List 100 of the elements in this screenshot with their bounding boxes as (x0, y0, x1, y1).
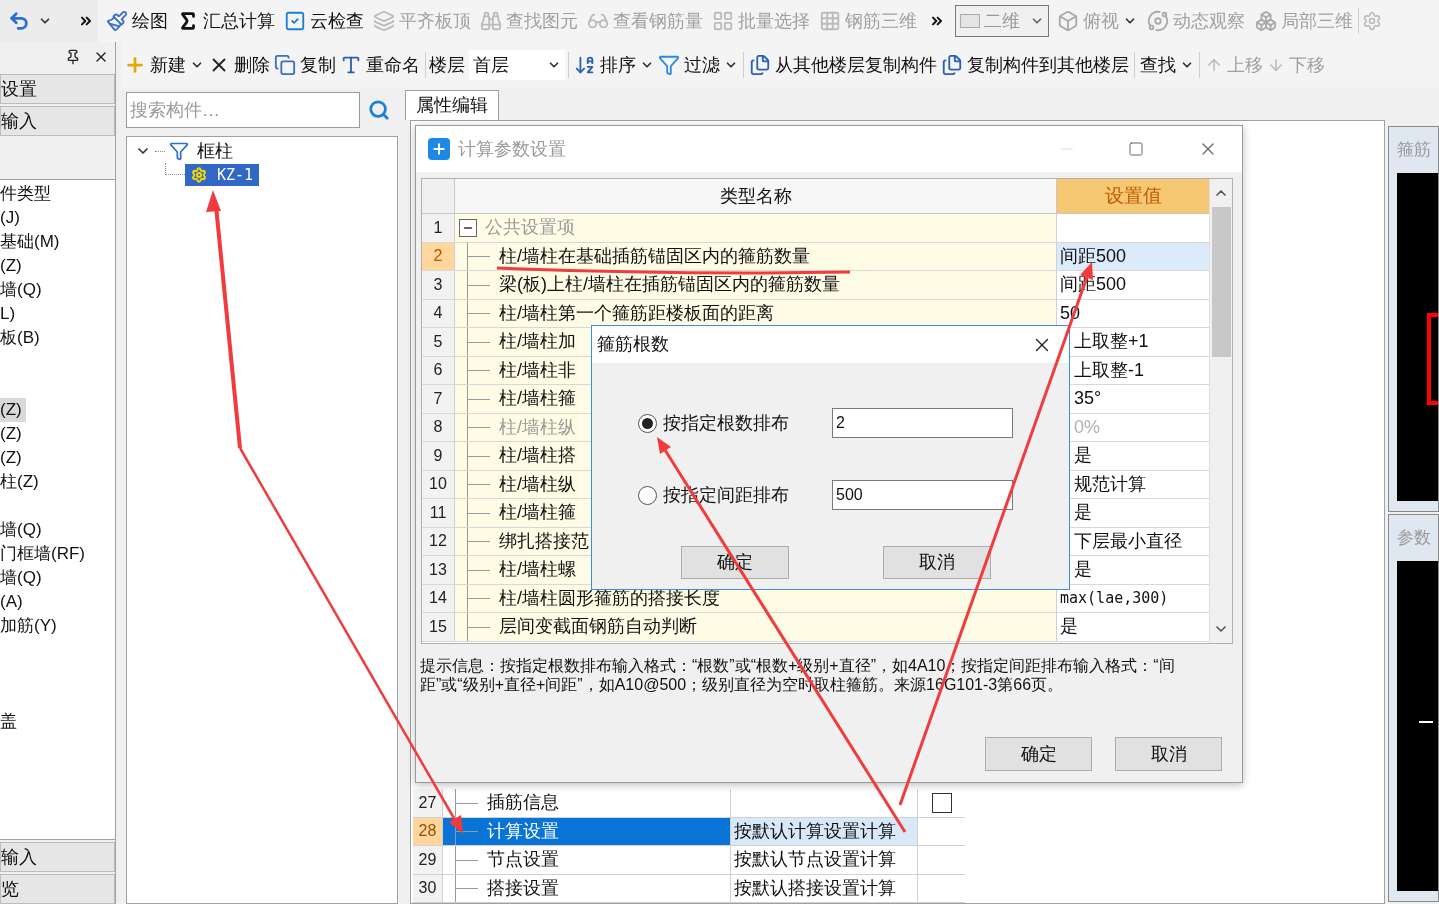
component-type-item[interactable]: (Z) (0, 422, 26, 446)
row-number: 3 (422, 271, 455, 299)
toolbar-button[interactable]: 新建 (122, 49, 206, 81)
table-cell-text: 是 (1060, 615, 1078, 639)
component-type-item[interactable]: 加筋(Y) (0, 614, 61, 638)
component-type-item[interactable]: 柱(Z) (0, 470, 43, 494)
row-number: 6 (422, 356, 455, 384)
tree-node[interactable]: KZ-1 (185, 164, 260, 186)
toolbar-button[interactable]: 云检查 (282, 5, 366, 37)
toolbar-button[interactable]: 复制构件到其他楼层 (939, 49, 1131, 81)
table-cell-text: 按默认计算设置计算 (734, 819, 896, 843)
floor-label: 楼层 (429, 53, 465, 77)
undo-button[interactable] (8, 10, 52, 32)
row-number: 10 (422, 470, 455, 498)
panel-section-header[interactable]: 输入 (0, 106, 115, 136)
toolbar-button[interactable]: 汇总计算 (175, 5, 277, 37)
row-number: 30 (413, 874, 443, 902)
search-field[interactable]: 搜索构件… (126, 92, 360, 128)
row-number: 28 (413, 817, 443, 845)
row-number: 5 (422, 328, 455, 356)
table-cell-text: 柱/墙柱纵 (499, 472, 576, 496)
component-type-item[interactable]: (A) (0, 590, 27, 614)
toolbar-button[interactable]: 查找 (1138, 49, 1196, 81)
component-type-item[interactable]: 件类型 (0, 182, 55, 206)
toolbar-button[interactable]: 重命名 (338, 49, 422, 81)
component-type-item[interactable]: 基础(M) (0, 230, 64, 254)
panel-section-header[interactable]: 设置 (0, 74, 115, 104)
table-cell-text: 按默认搭接设置计算 (734, 876, 896, 900)
toolbar-button[interactable]: 绘图 (104, 5, 170, 37)
component-type-item[interactable]: (Z) (0, 254, 26, 278)
orbit-icon (1147, 10, 1169, 32)
table-cell-text: 柱/墙柱纵 (499, 415, 576, 439)
component-type-item[interactable]: 门框墙(RF) (0, 542, 89, 566)
component-type-item[interactable]: (Z) (0, 398, 26, 422)
app-icon (428, 138, 450, 160)
radio-option[interactable]: 按指定根数排布 (638, 409, 832, 437)
binoculars-icon (480, 10, 502, 32)
grid-icon (712, 10, 734, 32)
toolbar-button[interactable]: 排序 (572, 49, 656, 81)
component-type-item[interactable]: 墙(Q) (0, 518, 46, 542)
panel-title: 参数 (1397, 527, 1432, 549)
table-cell-text: 是 (1074, 558, 1092, 582)
combo-value: 二维 (984, 9, 1020, 33)
text-icon (340, 54, 362, 76)
filter-icon (658, 54, 680, 76)
table-cell-text: 间距500 (1060, 244, 1127, 268)
floor-select[interactable]: 首层 (469, 50, 565, 80)
scrollbar[interactable] (1209, 179, 1232, 643)
table-cell-text: 搭接设置 (487, 876, 559, 900)
row-number: 8 (422, 413, 455, 441)
table-cell-text: 柱/墙柱搭 (499, 444, 576, 468)
component-type-item[interactable]: (Z) (0, 446, 26, 470)
view-icon (960, 14, 980, 28)
component-type-item[interactable]: 墙(Q) (0, 566, 46, 590)
component-type-item[interactable]: L) (0, 302, 20, 326)
plus-icon (124, 54, 146, 76)
window-title: 箍筋根数 (597, 333, 669, 356)
maximize-icon[interactable] (1128, 141, 1144, 157)
row-number: 11 (422, 499, 455, 527)
row-number: 13 (422, 556, 455, 584)
table-cell-text: 上取整-1 (1074, 358, 1144, 382)
component-type-item[interactable]: 墙(Q) (0, 278, 46, 302)
toolbar-button[interactable]: 删除 (206, 49, 272, 81)
input-field[interactable]: 500 (832, 480, 1013, 510)
table-cell-text: 柱/墙柱第一个箍筋距楼板面的距离 (499, 301, 774, 325)
table-cell-text: 柱/墙柱螺 (499, 558, 576, 582)
dialog-button[interactable]: 取消 (883, 546, 991, 579)
panel-section-header[interactable]: 览 (0, 874, 115, 904)
arrow-down-icon (1267, 56, 1285, 74)
documents-icon (749, 54, 771, 76)
table-cell-text: 按默认节点设置计算 (734, 848, 896, 872)
sort-icon (574, 54, 596, 76)
table-cell-text: 柱/墙柱箍 (499, 501, 576, 525)
documents-icon (941, 54, 963, 76)
search-icon[interactable] (368, 99, 390, 121)
table-cell-text: 计算设置 (487, 819, 559, 843)
component-type-item[interactable]: 板(B) (0, 326, 44, 350)
grid-icon (819, 10, 841, 32)
dialog-button[interactable]: 确定 (985, 737, 1092, 771)
table-cell-text: 柱/墙柱箍 (499, 387, 576, 411)
check-icon (284, 10, 306, 32)
toolbar-button[interactable]: 过滤 (656, 49, 740, 81)
tree-node[interactable]: 框柱 (135, 139, 237, 163)
dialog-button[interactable]: 确定 (681, 546, 789, 579)
toolbar-button[interactable]: 复制 (272, 49, 338, 81)
panel-section-header[interactable]: 输入 (0, 842, 115, 872)
checkbox[interactable] (931, 792, 952, 813)
component-type-item[interactable]: (J) (0, 206, 24, 230)
component-type-item[interactable]: 盖 (0, 710, 21, 734)
row-number: 4 (422, 299, 455, 327)
pin-icon[interactable] (65, 49, 81, 65)
copy-icon (274, 54, 296, 76)
column-header[interactable]: 类型名称 (455, 179, 1057, 213)
table-cell-text: 公共设置项 (485, 216, 575, 240)
table-cell-text: 是 (1074, 501, 1092, 525)
table-cell-text: 下层最小直径 (1074, 529, 1182, 553)
dialog-button[interactable]: 取消 (1115, 737, 1222, 771)
input-field[interactable]: 2 (832, 408, 1013, 438)
toolbar-button[interactable]: 从其他楼层复制构件 (747, 49, 939, 81)
tab[interactable]: 属性编辑 (405, 90, 499, 120)
